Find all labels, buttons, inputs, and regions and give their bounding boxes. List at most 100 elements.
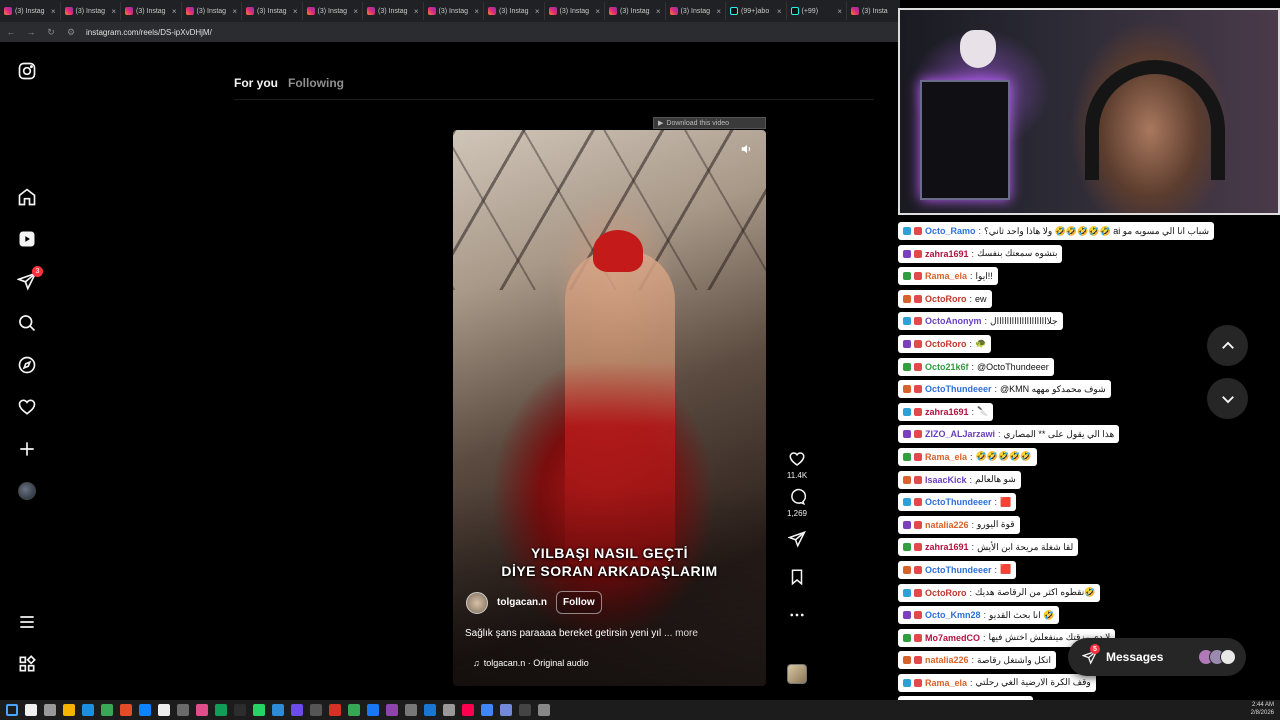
close-tab-icon[interactable]: × xyxy=(232,7,237,16)
close-tab-icon[interactable]: × xyxy=(595,7,600,16)
explore-icon[interactable] xyxy=(17,355,37,375)
browser-tab[interactable]: (3) Instag × xyxy=(363,2,424,20)
chat-username[interactable]: Octo_Ramo xyxy=(925,226,976,236)
url-text[interactable]: instagram.com/reels/DS-ipXvDHjM/ xyxy=(86,28,212,37)
chat-username[interactable]: natalia226 xyxy=(925,520,969,530)
taskbar-app-icon[interactable] xyxy=(519,704,531,716)
browser-tab[interactable]: (3) Instag × xyxy=(484,2,545,20)
reels-icon[interactable] xyxy=(17,229,37,249)
chat-username[interactable]: OctoAnonym xyxy=(925,316,982,326)
taskbar-app-icon[interactable] xyxy=(44,704,56,716)
taskbar-app-icon[interactable] xyxy=(405,704,417,716)
reel-audio[interactable]: ♫ tolgacan.n · Original audio xyxy=(473,658,589,668)
download-video-banner[interactable]: ▶ Download this video xyxy=(653,117,766,129)
taskbar-app-icon[interactable] xyxy=(63,704,75,716)
chat-username[interactable]: Rama_ela xyxy=(925,452,967,462)
more-menu-icon[interactable] xyxy=(17,612,37,632)
messages-icon[interactable]: 3 xyxy=(17,266,43,291)
taskbar-app-icon[interactable] xyxy=(538,704,550,716)
chat-username[interactable]: OctoRoro xyxy=(925,339,967,349)
browser-tab[interactable]: (3) Instag × xyxy=(424,2,484,20)
notifications-icon[interactable] xyxy=(17,397,37,417)
chat-username[interactable]: natalia226 xyxy=(925,655,969,665)
back-icon[interactable]: ← xyxy=(6,27,16,37)
browser-tab[interactable]: (3) Instag × xyxy=(242,2,303,20)
tab-for-you[interactable]: For you xyxy=(234,76,278,90)
taskbar-app-icon[interactable] xyxy=(158,704,170,716)
next-reel-button[interactable] xyxy=(1207,378,1248,419)
close-tab-icon[interactable]: × xyxy=(51,7,56,16)
taskbar-app-icon[interactable] xyxy=(139,704,151,716)
browser-tab[interactable]: (99+)abo × xyxy=(726,2,787,20)
home-icon[interactable] xyxy=(17,187,37,207)
messages-pill[interactable]: 5 Messages xyxy=(1068,638,1246,676)
author-username[interactable]: tolgacan.n xyxy=(497,597,547,608)
taskbar-app-icon[interactable] xyxy=(291,704,303,716)
chat-username[interactable]: IsaacKick xyxy=(925,475,967,485)
close-tab-icon[interactable]: × xyxy=(535,7,540,16)
close-tab-icon[interactable]: × xyxy=(353,7,358,16)
tab-following[interactable]: Following xyxy=(288,76,344,90)
more-options-button[interactable] xyxy=(788,606,806,624)
taskbar-app-icon[interactable] xyxy=(386,704,398,716)
previous-reel-button[interactable] xyxy=(1207,325,1248,366)
chat-username[interactable]: ZIZO_ALJarzawi xyxy=(925,429,995,439)
browser-tab[interactable]: (3) Instag × xyxy=(545,2,605,20)
profile-avatar[interactable] xyxy=(17,481,37,501)
close-tab-icon[interactable]: × xyxy=(837,7,842,16)
close-tab-icon[interactable]: × xyxy=(293,7,298,16)
browser-tab[interactable]: (3) Instag × xyxy=(605,2,666,20)
chat-username[interactable]: Octo_Kmn28 xyxy=(925,610,981,620)
taskbar-app-icon[interactable] xyxy=(462,704,474,716)
chat-username[interactable]: Rama_ela xyxy=(925,271,967,281)
taskbar-app-icon[interactable] xyxy=(234,704,246,716)
close-tab-icon[interactable]: × xyxy=(716,7,721,16)
taskbar-app-icon[interactable] xyxy=(101,704,113,716)
chat-username[interactable]: zahra1691 xyxy=(925,407,969,417)
close-tab-icon[interactable]: × xyxy=(172,7,177,16)
taskbar-app-icon[interactable] xyxy=(481,704,493,716)
search-icon[interactable] xyxy=(17,313,37,333)
create-icon[interactable] xyxy=(17,439,37,459)
browser-tab[interactable]: (3) Instag × xyxy=(666,2,726,20)
taskbar-app-icon[interactable] xyxy=(196,704,208,716)
taskbar-app-icon[interactable] xyxy=(6,704,18,716)
close-tab-icon[interactable]: × xyxy=(111,7,116,16)
taskbar-app-icon[interactable] xyxy=(120,704,132,716)
chat-username[interactable]: Octo21k6f xyxy=(925,362,969,372)
chat-username[interactable]: OctoThundeeer xyxy=(925,497,992,507)
close-tab-icon[interactable]: × xyxy=(414,7,419,16)
chat-username[interactable]: zahra1691 xyxy=(925,542,969,552)
forward-icon[interactable]: → xyxy=(26,27,36,37)
taskbar-app-icon[interactable] xyxy=(367,704,379,716)
browser-tab[interactable]: (3) Instag × xyxy=(303,2,363,20)
taskbar-app-icon[interactable] xyxy=(348,704,360,716)
reload-icon[interactable]: ↻ xyxy=(46,27,56,38)
taskbar-app-icon[interactable] xyxy=(443,704,455,716)
share-button[interactable] xyxy=(788,530,806,548)
chat-username[interactable]: Mo7amedCO xyxy=(925,633,980,643)
browser-tab[interactable]: (3) Instag × xyxy=(121,2,182,20)
taskbar-app-icon[interactable] xyxy=(253,704,265,716)
site-info-icon[interactable]: ⚙ xyxy=(66,27,76,38)
browser-tab[interactable]: (3) Insta× xyxy=(847,2,900,20)
save-button[interactable] xyxy=(788,568,806,586)
taskbar-app-icon[interactable] xyxy=(310,704,322,716)
taskbar-app-icon[interactable] xyxy=(424,704,436,716)
chat-username[interactable]: OctoRoro xyxy=(925,294,967,304)
taskbar-app-icon[interactable] xyxy=(500,704,512,716)
chat-username[interactable]: OctoThundeeer xyxy=(925,565,992,575)
taskbar-app-icon[interactable] xyxy=(272,704,284,716)
browser-tab[interactable]: (3) Instag × xyxy=(61,2,121,20)
close-tab-icon[interactable]: × xyxy=(777,7,782,16)
audio-thumbnail[interactable] xyxy=(787,664,807,684)
comment-button[interactable]: 1,269 xyxy=(787,488,807,518)
taskbar-app-icon[interactable] xyxy=(177,704,189,716)
chat-username[interactable]: zahra1691 xyxy=(925,249,969,259)
taskbar-app-icon[interactable] xyxy=(82,704,94,716)
close-tab-icon[interactable]: × xyxy=(474,7,479,16)
follow-button[interactable]: Follow xyxy=(556,591,602,614)
taskbar-app-icon[interactable] xyxy=(25,704,37,716)
instagram-logo-icon[interactable] xyxy=(17,61,37,81)
browser-tab[interactable]: (3) Instag × xyxy=(182,2,242,20)
